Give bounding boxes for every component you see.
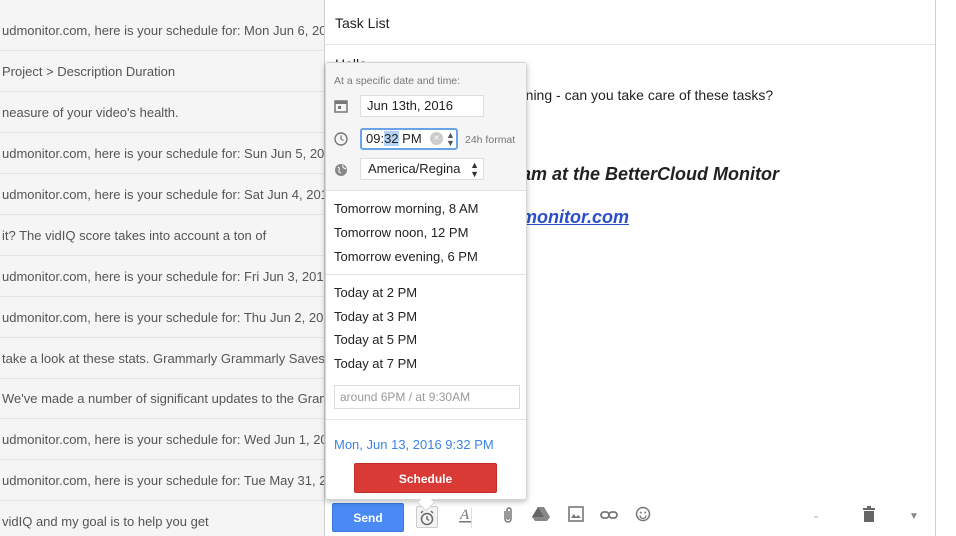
option-tomorrow-evening[interactable]: Tomorrow evening, 6 PM [334,249,478,264]
time-minute: 32 [384,131,399,146]
email-row[interactable]: udmonitor.com, here is your schedule for… [0,133,326,174]
time-ampm: PM [398,131,422,146]
toolbar-divider [471,508,472,528]
time-hour: 09: [366,131,385,146]
drive-icon[interactable] [530,506,552,528]
specific-time-section: At a specific date and time: Jun 13th, 2… [326,63,526,191]
option-today-2pm[interactable]: Today at 2 PM [334,285,417,300]
time-format-toggle[interactable]: 24h format [465,134,515,146]
custom-time-input[interactable]: around 6PM / at 9:30AM [334,385,520,409]
divider [326,274,526,275]
signature-link[interactable]: monitor.com [521,207,629,228]
email-row[interactable]: vidIQ and my goal is to help you get [0,501,326,536]
email-row[interactable]: it? The vidIQ score takes into account a… [0,215,326,256]
globe-icon [334,163,350,179]
timezone-value: America/Regina [368,161,461,176]
time-input[interactable]: 09:32 PM × ▲ ▼ [360,128,458,150]
email-row[interactable]: Project > Description Duration [0,51,326,92]
email-list: udmonitor.com, here is your schedule for… [0,0,326,536]
schedule-send-popup: At a specific date and time: Jun 13th, 2… [325,62,527,512]
svg-text:A: A [459,507,470,523]
email-row[interactable]: udmonitor.com, here is your schedule for… [0,460,326,501]
email-row[interactable]: neasure of your video's health. [0,92,326,133]
more-options-chevron-icon[interactable]: ▼ [903,506,925,528]
emoji-icon[interactable] [632,506,654,528]
option-today-5pm[interactable]: Today at 5 PM [334,332,417,347]
schedule-button[interactable]: Schedule [354,463,497,493]
email-row[interactable]: take a look at these stats. Grammarly Gr… [0,338,326,379]
photo-icon[interactable] [565,506,587,528]
email-row[interactable]: udmonitor.com, here is your schedule for… [0,256,326,297]
option-tomorrow-noon[interactable]: Tomorrow noon, 12 PM [334,225,468,240]
timezone-select[interactable]: America/Regina ▲ ▼ [360,158,484,180]
option-today-7pm[interactable]: Today at 7 PM [334,356,417,371]
compose-toolbar: Send A - ▼ [325,496,935,536]
clear-time-icon[interactable]: × [430,132,443,145]
email-row[interactable]: We've made a number of significant updat… [0,378,326,419]
email-row[interactable]: udmonitor.com, here is your schedule for… [0,297,326,338]
divider [326,419,526,420]
link-icon[interactable] [598,506,620,528]
email-row[interactable]: udmonitor.com, here is your schedule for… [0,10,326,51]
attach-icon[interactable] [497,506,519,528]
email-row[interactable]: udmonitor.com, here is your schedule for… [0,174,326,215]
email-row[interactable]: udmonitor.com, here is your schedule for… [0,419,326,460]
option-tomorrow-morning[interactable]: Tomorrow morning, 8 AM [334,201,479,216]
more-options-dash-icon[interactable]: - [805,506,827,528]
formatting-icon[interactable]: A [454,506,476,528]
trash-icon[interactable] [858,506,880,528]
date-input[interactable]: Jun 13th, 2016 [360,95,484,117]
time-stepper-icon[interactable]: ▲ ▼ [446,130,455,148]
calendar-icon [334,99,350,115]
subject-field[interactable]: Task List [325,0,935,45]
clock-icon [334,132,350,148]
selected-datetime: Mon, Jun 13, 2016 9:32 PM [334,437,494,452]
body-text[interactable]: rning - can you take care of these tasks… [521,87,773,103]
send-button[interactable]: Send [332,503,404,532]
popup-heading: At a specific date and time: [334,75,461,87]
option-today-3pm[interactable]: Today at 3 PM [334,309,417,324]
signature-text: am at the BetterCloud Monitor [521,164,780,184]
select-arrows-icon: ▲ ▼ [470,160,479,179]
